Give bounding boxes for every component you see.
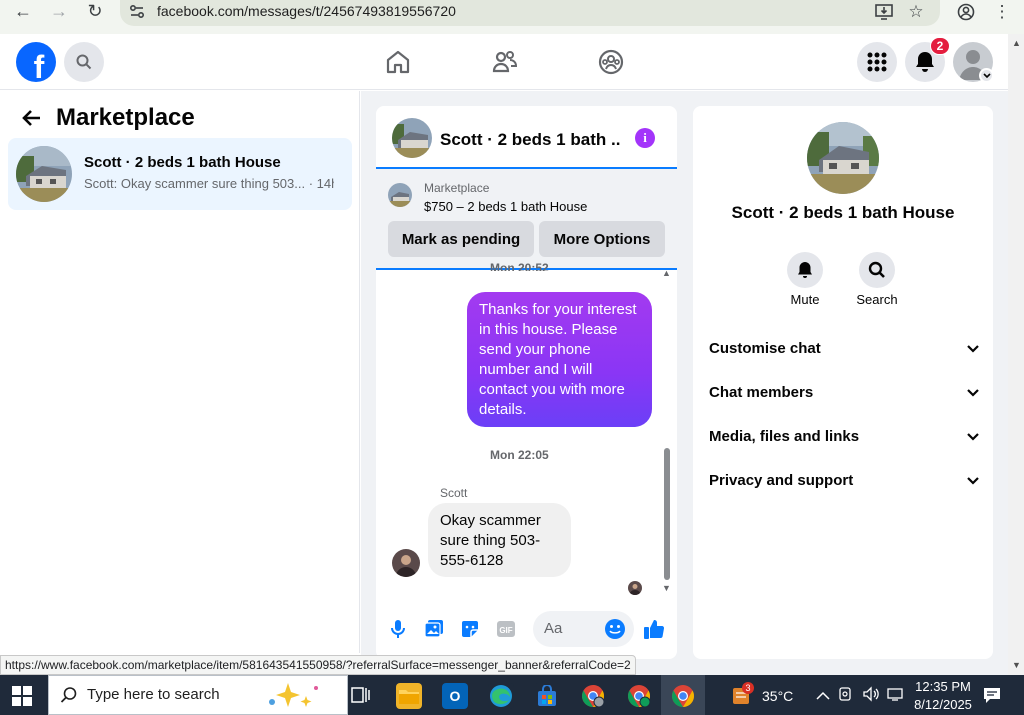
chat-house-thumbnail[interactable] — [392, 118, 432, 158]
mute-bell-icon[interactable] — [787, 252, 823, 288]
emoji-icon[interactable] — [604, 618, 626, 640]
chrome-active-icon[interactable] — [670, 683, 696, 709]
page-scroll-down-icon[interactable]: ▼ — [1012, 660, 1021, 670]
banner-house-thumbnail — [388, 183, 412, 207]
network-icon[interactable] — [886, 686, 904, 707]
privacy-support-section[interactable]: Privacy and support — [709, 468, 979, 492]
friends-icon[interactable] — [489, 46, 521, 78]
chat-members-section[interactable]: Chat members — [709, 380, 979, 404]
partial-timestamp: Mon 20:52 — [490, 261, 549, 271]
profile-icon[interactable] — [955, 2, 977, 22]
conversation-time: · 14h — [308, 176, 334, 191]
reload-icon[interactable]: ↻ — [80, 0, 110, 22]
action-center-icon[interactable] — [982, 686, 1002, 709]
svg-text:GIF: GIF — [499, 626, 512, 635]
address-text: facebook.com/messages/t/2456749381955672… — [157, 3, 456, 19]
forward-icon[interactable]: → — [44, 0, 74, 22]
sender-name: Scott — [440, 486, 468, 500]
back-icon[interactable]: ← — [8, 0, 38, 22]
temperature[interactable]: 35°C — [762, 688, 793, 704]
chevron-down-icon — [967, 384, 979, 401]
sender-avatar[interactable] — [392, 549, 420, 577]
message-timestamp: Mon 22:05 — [490, 448, 549, 462]
mute-label: Mute — [790, 292, 820, 307]
home-icon[interactable] — [382, 46, 414, 78]
details-house-thumbnail[interactable] — [807, 122, 879, 194]
facebook-logo[interactable]: f — [16, 42, 56, 82]
marketplace-title: Marketplace — [56, 104, 195, 131]
incoming-message[interactable]: Okay scammer sure thing 503-555-6128 — [428, 503, 571, 577]
chevron-down-icon — [967, 340, 979, 357]
more-options-button[interactable]: More Options — [539, 221, 665, 257]
account-dropdown-icon[interactable] — [979, 68, 994, 83]
house-thumbnail — [16, 146, 72, 202]
clock-date[interactable]: 8/12/2025 — [910, 697, 976, 712]
banner-source: Marketplace — [424, 181, 490, 195]
photo-icon[interactable] — [423, 618, 445, 640]
section-label: Media, files and links — [709, 427, 860, 445]
tray-chevron-up-icon[interactable] — [816, 688, 830, 706]
chrome-profile-2-icon[interactable] — [626, 683, 652, 709]
chat-scroll-down-icon[interactable]: ▼ — [662, 583, 671, 593]
windows-start-icon[interactable] — [12, 686, 32, 706]
section-label: Customise chat — [709, 339, 821, 357]
browser-menu-icon[interactable]: ⋮ — [991, 2, 1013, 22]
meet-now-icon[interactable] — [838, 686, 854, 707]
store-icon[interactable] — [534, 683, 560, 709]
conversation-name: Scott · 2 beds 1 bath House — [84, 154, 281, 171]
search-icon[interactable] — [64, 42, 104, 82]
chevron-down-icon — [967, 428, 979, 445]
file-explorer-icon[interactable] — [396, 683, 422, 709]
gif-icon[interactable]: GIF — [495, 618, 517, 640]
chat-scrollbar[interactable] — [664, 448, 670, 580]
conversation-preview: Scott: Okay scammer sure thing 503... · … — [84, 176, 334, 191]
banner-listing: $750 – 2 beds 1 bath House — [424, 199, 588, 214]
details-title: Scott · 2 beds 1 bath House — [731, 203, 955, 222]
volume-icon[interactable] — [862, 686, 880, 707]
back-arrow-icon[interactable] — [22, 108, 42, 133]
task-view-icon[interactable] — [350, 685, 370, 710]
section-label: Privacy and support — [709, 471, 854, 489]
groups-icon[interactable] — [595, 46, 627, 78]
search-label: Search — [856, 292, 898, 307]
link-status-bar: https://www.facebook.com/marketplace/ite… — [0, 655, 636, 675]
search-highlight-icon[interactable] — [266, 680, 326, 715]
clock-time[interactable]: 12:35 PM — [914, 679, 972, 694]
weather-badge: 3 — [742, 682, 754, 694]
page-scroll-up-icon[interactable]: ▲ — [1012, 38, 1021, 48]
taskbar-search-placeholder: Type here to search — [87, 686, 220, 703]
page-scrollbar[interactable] — [1008, 34, 1024, 675]
chevron-down-icon — [967, 472, 979, 489]
menu-grid-icon[interactable] — [857, 42, 897, 82]
site-info-icon[interactable] — [128, 3, 146, 21]
customise-chat-section[interactable]: Customise chat — [709, 336, 979, 360]
outlook-icon[interactable]: O — [442, 683, 468, 709]
outgoing-message[interactable]: Thanks for your interest in this house. … — [467, 292, 652, 427]
taskbar-search-icon — [60, 686, 78, 709]
seen-indicator-avatar — [628, 581, 642, 595]
install-app-icon[interactable] — [873, 2, 895, 22]
media-files-links-section[interactable]: Media, files and links — [709, 424, 979, 448]
notification-badge: 2 — [930, 37, 950, 55]
mark-as-pending-button[interactable]: Mark as pending — [388, 221, 534, 257]
details-search-icon[interactable] — [859, 252, 895, 288]
bookmark-star-icon[interactable]: ☆ — [905, 2, 927, 22]
chat-title[interactable]: Scott · 2 beds 1 bath ... — [440, 130, 620, 150]
edge-icon[interactable] — [488, 683, 514, 709]
microphone-icon[interactable] — [387, 618, 409, 640]
info-icon[interactable]: i — [635, 128, 655, 148]
section-label: Chat members — [709, 383, 814, 401]
chrome-profile-1-icon[interactable] — [580, 683, 606, 709]
like-thumbs-up-icon[interactable] — [643, 618, 665, 640]
chat-scroll-up-icon[interactable]: ▲ — [662, 268, 671, 278]
sticker-icon[interactable] — [459, 618, 481, 640]
